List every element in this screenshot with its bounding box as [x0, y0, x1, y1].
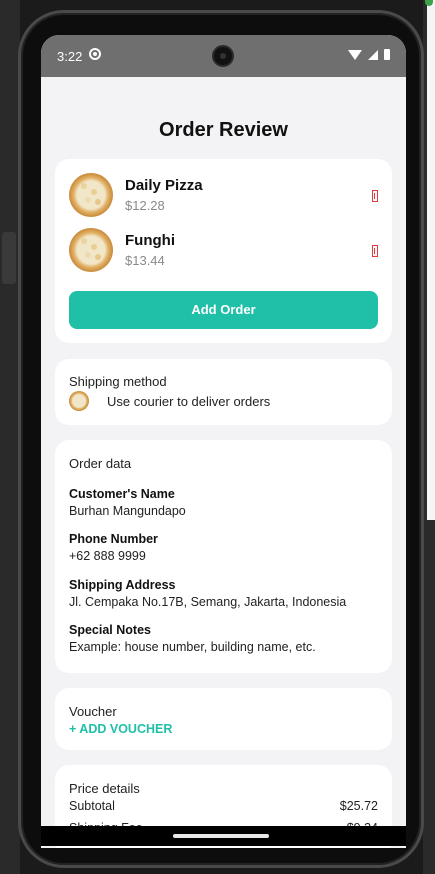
pizza-thumbnail	[69, 173, 113, 217]
item-name: Funghi	[125, 232, 175, 249]
price-value: $25.72	[339, 799, 378, 813]
order-items-card: Daily Pizza $12.28 Funghi $13.44 Add Ord…	[55, 159, 392, 343]
editor-right-pane	[427, 0, 435, 520]
field-value[interactable]: +62 888 9999	[69, 549, 158, 563]
field-value[interactable]: Burhan Mangundapo	[69, 504, 186, 518]
phone-number-field[interactable]: Phone Number +62 888 9999	[69, 532, 158, 563]
price-label: Subtotal	[69, 799, 115, 813]
field-label: Shipping Address	[69, 578, 176, 592]
field-label: Customer's Name	[69, 487, 175, 501]
item-price: $12.28	[125, 198, 165, 213]
item-price: $13.44	[125, 253, 165, 268]
order-data-title: Order data	[69, 456, 132, 471]
order-data-card: Order data Customer's Name Burhan Mangun…	[55, 440, 392, 673]
editor-right-panel	[423, 0, 435, 874]
add-voucher-link[interactable]: + ADD VOUCHER	[69, 722, 172, 736]
wifi-icon	[348, 49, 362, 60]
status-icons	[348, 49, 390, 60]
front-camera	[212, 45, 234, 67]
voucher-title: Voucher	[69, 704, 117, 719]
status-bar: 3:22	[41, 35, 406, 77]
add-order-button[interactable]: Add Order	[69, 291, 378, 329]
app-screen: 3:22 Order Review Daily Pizza $12.28 Fun…	[41, 35, 406, 848]
navigation-bar	[41, 826, 406, 846]
home-gesture-bar[interactable]	[173, 834, 269, 838]
shipping-method-text: Use courier to deliver orders	[107, 393, 271, 409]
item-name: Daily Pizza	[125, 177, 203, 194]
battery-icon	[384, 49, 390, 60]
signal-icon	[368, 49, 378, 60]
shipping-method-card[interactable]: Shipping method Use courier to deliver o…	[55, 359, 392, 425]
trash-icon[interactable]	[372, 245, 378, 257]
field-label: Special Notes	[69, 623, 151, 637]
phone-frame: 3:22 Order Review Daily Pizza $12.28 Fun…	[18, 10, 424, 868]
shipping-method-option[interactable]: Use courier to deliver orders	[69, 391, 270, 411]
voucher-card: Voucher + ADD VOUCHER	[55, 688, 392, 750]
status-time: 3:22	[57, 49, 83, 64]
pizza-thumbnail	[69, 228, 113, 272]
order-item[interactable]: Daily Pizza $12.28	[69, 173, 203, 217]
price-row: Subtotal $25.72	[69, 799, 378, 813]
special-notes-field[interactable]: Special Notes Example: house number, bui…	[69, 623, 316, 654]
courier-icon	[69, 391, 89, 411]
settings-icon	[89, 48, 101, 60]
field-value[interactable]: Jl. Cempaka No.17B, Semang, Jakarta, Ind…	[69, 595, 346, 609]
shipping-method-title: Shipping method	[69, 374, 167, 389]
shipping-address-field[interactable]: Shipping Address Jl. Cempaka No.17B, Sem…	[69, 578, 346, 609]
customer-name-field[interactable]: Customer's Name Burhan Mangundapo	[69, 487, 186, 518]
price-details-title: Price details	[69, 781, 140, 796]
trash-icon[interactable]	[372, 190, 378, 202]
field-label: Phone Number	[69, 532, 158, 546]
order-item[interactable]: Funghi $13.44	[69, 228, 175, 272]
editor-left-panel	[0, 0, 20, 874]
page-title: Order Review	[159, 119, 288, 141]
editor-side-tab[interactable]	[2, 232, 16, 284]
field-value[interactable]: Example: house number, building name, et…	[69, 640, 316, 654]
